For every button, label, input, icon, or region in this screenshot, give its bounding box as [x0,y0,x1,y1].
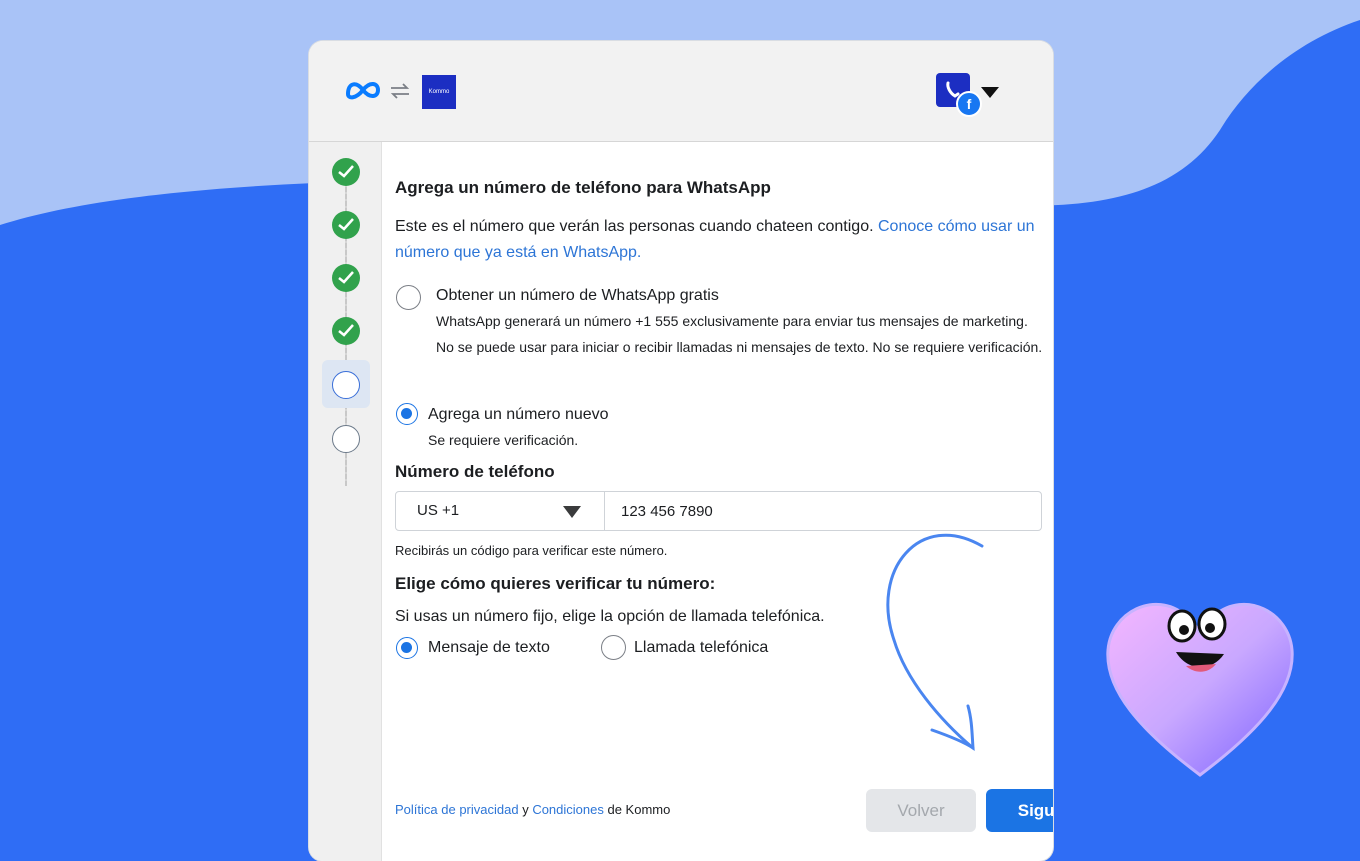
verify-method-desc: Si usas un número fijo, elige la opción … [395,608,825,625]
country-code-value: US +1 [417,502,460,519]
privacy-policy-link[interactable]: Política de privacidad [395,802,519,817]
progress-stepper [309,142,382,861]
chevron-down-icon[interactable] [981,87,999,99]
step-1-complete-icon [332,158,360,186]
back-button[interactable]: Volver [866,789,976,832]
country-code-select[interactable]: US +1 [396,492,605,530]
free-number-radio[interactable] [396,285,421,310]
phone-number-label: Número de teléfono [395,462,555,481]
step-5-current-icon [332,371,360,399]
free-number-option-title: Obtener un número de WhatsApp gratis [436,287,719,304]
verification-code-note: Recibirás un código para verificar este … [395,543,668,558]
kommo-logo: Kommo [422,75,456,109]
new-number-option-desc: Se requiere verificación. [428,432,579,448]
heart-mascot-icon [1106,603,1294,777]
dialog-header: Kommo f [309,41,1053,142]
chevron-down-icon [563,506,581,518]
new-number-option-title: Agrega un número nuevo [428,406,609,423]
terms-link[interactable]: Condiciones [532,802,604,817]
footer-and-text: y [518,802,533,817]
verify-call-radio[interactable] [601,635,626,660]
page-title: Agrega un número de teléfono para WhatsA… [395,178,771,197]
new-number-radio[interactable] [396,403,418,425]
footer-suffix-text: de Kommo [603,802,671,817]
sync-arrows-icon [390,83,410,99]
decorative-arrow-icon [886,533,984,751]
next-button[interactable]: Siguiente [986,789,1053,832]
verify-sms-radio[interactable] [396,637,418,659]
phone-number-input[interactable] [605,492,1035,530]
verify-call-label: Llamada telefónica [634,639,769,656]
step-4-complete-icon [332,317,360,345]
step-2-complete-icon [332,211,360,239]
footer-links: Política de privacidad y Condiciones de … [395,802,670,817]
phone-number-field: US +1 [395,491,1042,531]
meta-logo-icon [345,82,381,100]
verify-sms-label: Mensaje de texto [428,639,550,656]
verify-method-title: Elige cómo quieres verificar tu número: [395,574,716,593]
free-number-option-desc: WhatsApp generará un número +1 555 exclu… [436,313,1043,355]
step-3-complete-icon [332,264,360,292]
intro-description: Este es el número que verán las personas… [395,218,878,235]
facebook-icon: f [956,91,982,117]
step-6-pending-icon [332,425,360,453]
intro-text: Este es el número que verán las personas… [395,214,1045,266]
